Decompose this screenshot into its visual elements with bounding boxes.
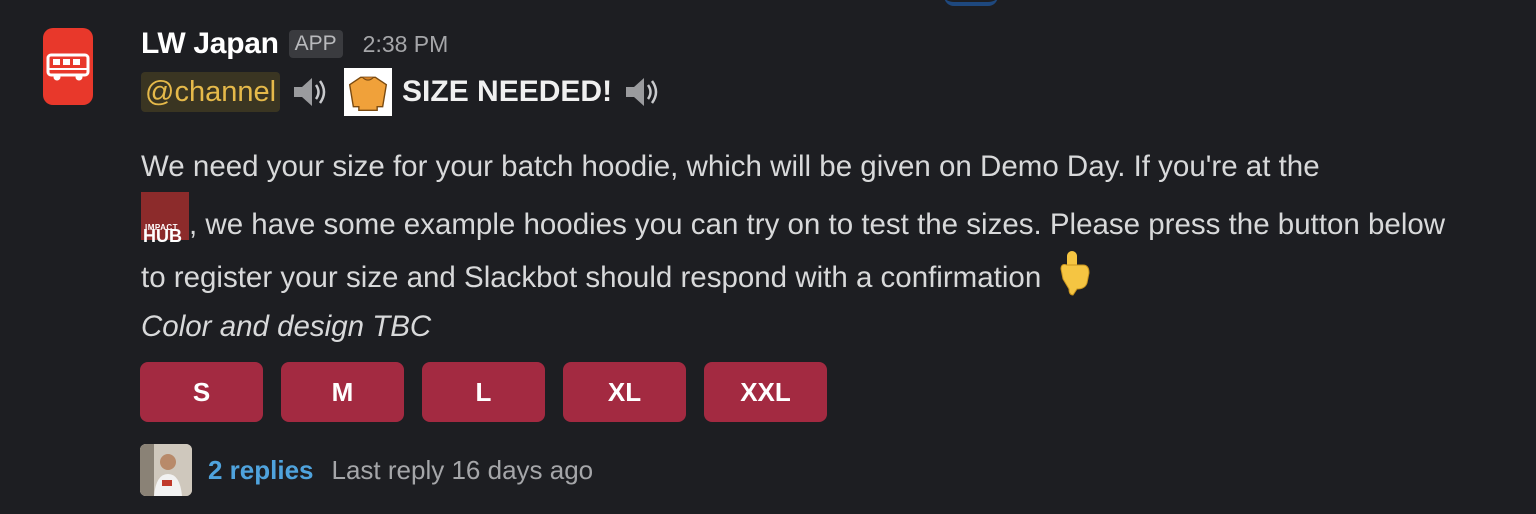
- size-button-group: S M L XL XXL: [140, 362, 827, 422]
- channel-mention[interactable]: @channel: [141, 72, 281, 112]
- sweater-icon: [344, 68, 393, 116]
- body-text-part2: , we have some example hoodies you can t…: [141, 207, 1446, 295]
- message-header: LW Japan APP 2:38 PM: [141, 26, 448, 62]
- sender-name[interactable]: LW Japan: [141, 27, 279, 61]
- user-avatar[interactable]: [140, 444, 192, 496]
- speaker-icon: [626, 78, 658, 106]
- size-button-s[interactable]: S: [140, 362, 263, 422]
- replies-link[interactable]: 2 replies: [208, 455, 314, 486]
- message: LW Japan APP 2:38 PM @channel SIZE NEEDE…: [0, 0, 1536, 514]
- impact-hub-logo: IMPACT HUB: [141, 191, 189, 246]
- size-button-xxl[interactable]: XXL: [704, 362, 827, 422]
- bus-icon: [46, 53, 90, 80]
- italic-note: Color and design TBC: [141, 309, 432, 343]
- size-button-xl[interactable]: XL: [563, 362, 686, 422]
- thread-summary: 2 replies Last reply 16 days ago: [140, 443, 593, 497]
- body-text-part1: We need your size for your batch hoodie,…: [141, 150, 1320, 183]
- last-reply-text: Last reply 16 days ago: [331, 454, 594, 485]
- speaker-icon: [294, 78, 326, 106]
- point-down-icon: [1060, 251, 1090, 296]
- app-badge: APP: [288, 30, 343, 58]
- app-avatar[interactable]: [43, 28, 93, 105]
- size-button-m[interactable]: M: [281, 362, 404, 422]
- headline-text: SIZE NEEDED!: [402, 75, 613, 108]
- timestamp[interactable]: 2:38 PM: [363, 31, 449, 58]
- message-body: We need your size for your batch hoodie,…: [141, 143, 1471, 351]
- headline-row: @channel SIZE NEEDED!: [141, 68, 666, 116]
- size-button-l[interactable]: L: [422, 362, 545, 422]
